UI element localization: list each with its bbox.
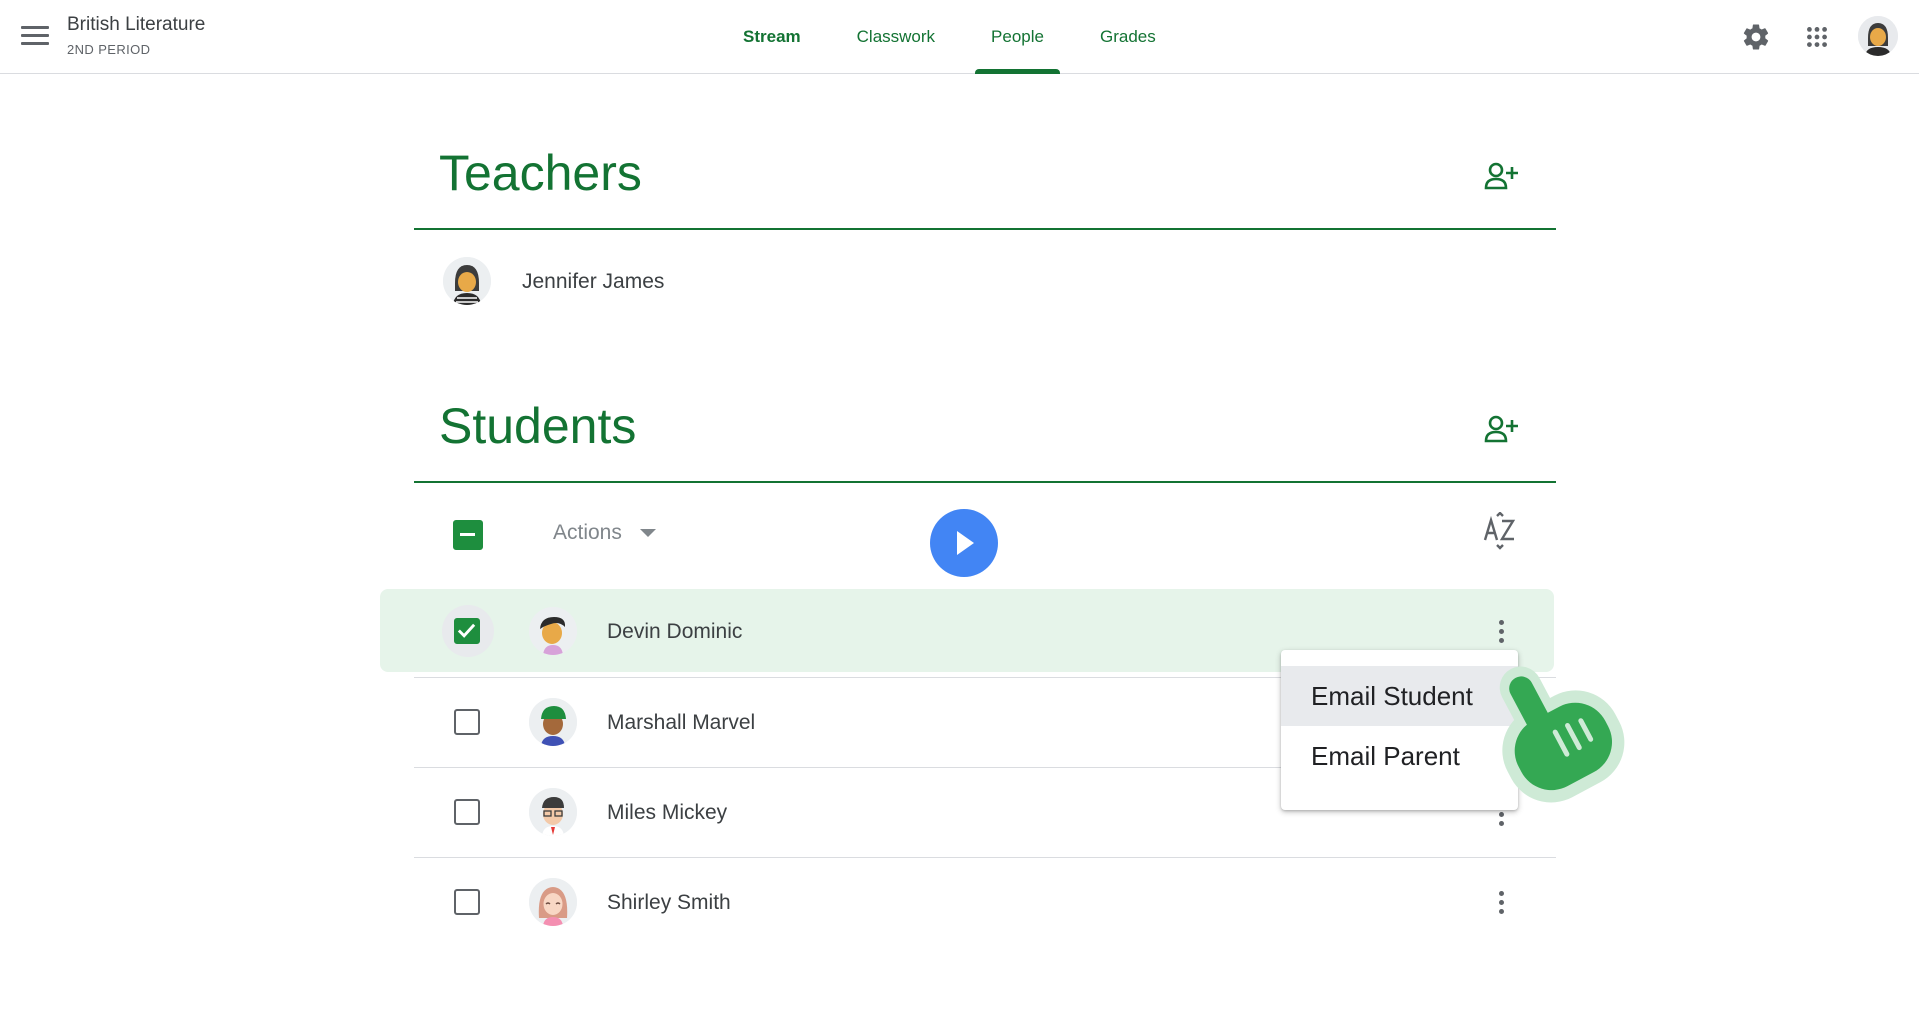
student-name[interactable]: Miles Mickey [607,801,727,825]
add-student-icon[interactable] [1480,407,1524,451]
play-icon[interactable] [930,509,998,577]
teachers-heading: Teachers [439,145,642,201]
tab-stream[interactable]: Stream [715,0,829,74]
teachers-divider [414,228,1556,230]
sort-az-icon[interactable] [1480,511,1520,552]
tab-people[interactable]: People [963,0,1072,74]
tab-grades[interactable]: Grades [1072,0,1184,74]
class-section: 2ND PERIOD [67,42,151,57]
pointing-hand-cursor-icon [1468,652,1648,822]
student-checkbox[interactable] [454,799,480,825]
top-app-bar: British Literature 2ND PERIOD Stream Cla… [0,0,1919,74]
student-avatar [529,878,577,926]
students-divider [414,481,1556,483]
tab-classwork[interactable]: Classwork [829,0,963,74]
student-name[interactable]: Marshall Marvel [607,711,755,735]
row-divider [414,857,1556,858]
student-avatar [529,788,577,836]
teacher-avatar [443,257,491,305]
actions-dropdown[interactable]: Actions [553,521,656,545]
student-checkbox[interactable] [454,709,480,735]
chevron-down-icon [639,529,656,537]
class-tabs: Stream Classwork People Grades [715,0,1184,74]
account-avatar[interactable] [1858,16,1898,56]
class-name[interactable]: British Literature [67,14,205,36]
apps-grid-icon[interactable] [1800,20,1834,54]
student-name[interactable]: Shirley Smith [607,891,731,915]
select-all-checkbox[interactable] [453,520,483,550]
student-avatar [529,607,577,655]
main-menu-icon[interactable] [19,23,51,51]
student-checkbox[interactable] [454,889,480,915]
student-name[interactable]: Devin Dominic [607,620,742,644]
more-options-icon[interactable] [1486,613,1516,649]
student-avatar [529,698,577,746]
add-teacher-icon[interactable] [1480,154,1524,198]
student-checkbox[interactable] [454,618,480,644]
students-heading: Students [439,398,637,454]
actions-label: Actions [553,521,622,544]
teacher-name[interactable]: Jennifer James [522,270,664,294]
gear-icon[interactable] [1739,20,1773,54]
more-options-icon[interactable] [1486,884,1516,920]
